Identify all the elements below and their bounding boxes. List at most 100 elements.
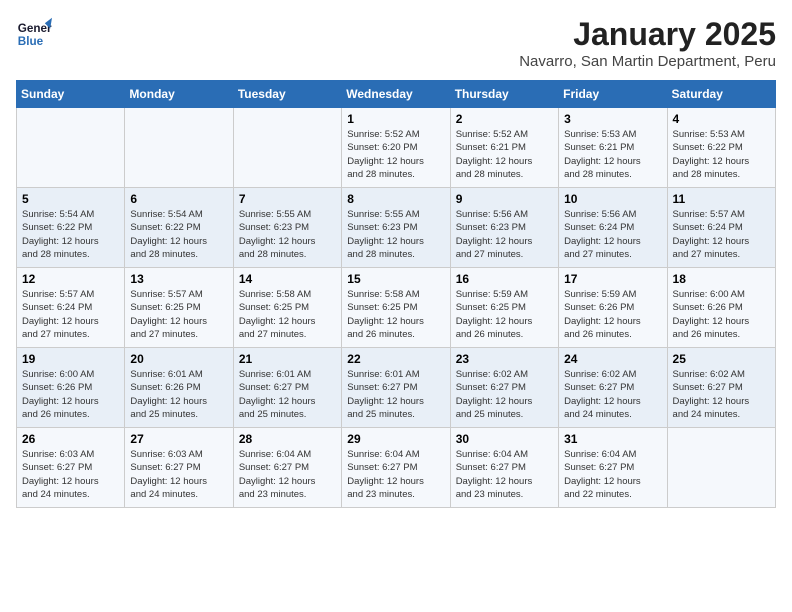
day-cell: 8 Sunrise: 5:55 AM Sunset: 6:23 PM Daylig…	[342, 188, 450, 268]
day-cell: 10Sunrise: 5:56 AM Sunset: 6:24 PM Dayli…	[559, 188, 667, 268]
day-number: 22	[347, 352, 444, 366]
day-info: Sunrise: 5:59 AM Sunset: 6:25 PM Dayligh…	[456, 288, 553, 341]
svg-text:Blue: Blue	[18, 35, 44, 48]
day-cell: 2 Sunrise: 5:52 AM Sunset: 6:21 PM Daylig…	[450, 108, 558, 188]
day-cell: 23 Sunrise: 6:02 AM Sunset: 6:27 PM Dayli…	[450, 348, 558, 428]
day-number: 26	[22, 432, 119, 446]
day-info: Sunrise: 5:59 AM Sunset: 6:26 PM Dayligh…	[564, 288, 661, 341]
day-cell	[667, 428, 775, 508]
day-cell: 20 Sunrise: 6:01 AM Sunset: 6:26 PM Dayli…	[125, 348, 233, 428]
day-info: Sunrise: 5:55 AM Sunset: 6:23 PM Dayligh…	[347, 208, 444, 261]
day-cell: 19 Sunrise: 6:00 AM Sunset: 6:26 PM Dayli…	[17, 348, 125, 428]
day-cell: 16 Sunrise: 5:59 AM Sunset: 6:25 PM Dayli…	[450, 268, 558, 348]
day-info: Sunrise: 6:03 AM Sunset: 6:27 PM Dayligh…	[130, 448, 227, 501]
day-number: 24	[564, 352, 661, 366]
day-number: 21	[239, 352, 336, 366]
week-row-2: 5Sunrise: 5:54 AM Sunset: 6:22 PM Daylig…	[17, 188, 776, 268]
day-cell: 5Sunrise: 5:54 AM Sunset: 6:22 PM Daylig…	[17, 188, 125, 268]
day-cell: 11 Sunrise: 5:57 AM Sunset: 6:24 PM Dayli…	[667, 188, 775, 268]
month-title: January 2025	[519, 16, 776, 53]
day-info: Sunrise: 6:04 AM Sunset: 6:27 PM Dayligh…	[456, 448, 553, 501]
day-info: Sunrise: 6:04 AM Sunset: 6:27 PM Dayligh…	[239, 448, 336, 501]
day-info: Sunrise: 6:04 AM Sunset: 6:27 PM Dayligh…	[347, 448, 444, 501]
calendar-table: SundayMondayTuesdayWednesdayThursdayFrid…	[16, 80, 776, 508]
day-number: 5	[22, 192, 119, 206]
day-info: Sunrise: 6:00 AM Sunset: 6:26 PM Dayligh…	[22, 368, 119, 421]
day-info: Sunrise: 5:52 AM Sunset: 6:21 PM Dayligh…	[456, 128, 553, 181]
day-info: Sunrise: 6:03 AM Sunset: 6:27 PM Dayligh…	[22, 448, 119, 501]
day-number: 30	[456, 432, 553, 446]
day-number: 10	[564, 192, 661, 206]
day-number: 4	[673, 112, 770, 126]
day-header-saturday: Saturday	[667, 81, 775, 108]
day-cell: 22Sunrise: 6:01 AM Sunset: 6:27 PM Dayli…	[342, 348, 450, 428]
day-cell: 29Sunrise: 6:04 AM Sunset: 6:27 PM Dayli…	[342, 428, 450, 508]
day-info: Sunrise: 5:58 AM Sunset: 6:25 PM Dayligh…	[239, 288, 336, 341]
day-header-wednesday: Wednesday	[342, 81, 450, 108]
day-cell: 27Sunrise: 6:03 AM Sunset: 6:27 PM Dayli…	[125, 428, 233, 508]
week-row-1: 1 Sunrise: 5:52 AM Sunset: 6:20 PM Daylig…	[17, 108, 776, 188]
day-info: Sunrise: 5:58 AM Sunset: 6:25 PM Dayligh…	[347, 288, 444, 341]
day-number: 6	[130, 192, 227, 206]
day-cell: 14 Sunrise: 5:58 AM Sunset: 6:25 PM Dayli…	[233, 268, 341, 348]
day-info: Sunrise: 5:53 AM Sunset: 6:22 PM Dayligh…	[673, 128, 770, 181]
day-cell: 18 Sunrise: 6:00 AM Sunset: 6:26 PM Dayli…	[667, 268, 775, 348]
day-number: 13	[130, 272, 227, 286]
day-cell: 12 Sunrise: 5:57 AM Sunset: 6:24 PM Dayli…	[17, 268, 125, 348]
day-info: Sunrise: 5:56 AM Sunset: 6:23 PM Dayligh…	[456, 208, 553, 261]
week-row-5: 26 Sunrise: 6:03 AM Sunset: 6:27 PM Dayli…	[17, 428, 776, 508]
day-number: 11	[673, 192, 770, 206]
day-cell: 30 Sunrise: 6:04 AM Sunset: 6:27 PM Dayli…	[450, 428, 558, 508]
day-header-tuesday: Tuesday	[233, 81, 341, 108]
day-number: 3	[564, 112, 661, 126]
day-info: Sunrise: 5:52 AM Sunset: 6:20 PM Dayligh…	[347, 128, 444, 181]
location-title: Navarro, San Martin Department, Peru	[519, 53, 776, 70]
day-number: 8	[347, 192, 444, 206]
day-number: 23	[456, 352, 553, 366]
day-header-monday: Monday	[125, 81, 233, 108]
day-number: 7	[239, 192, 336, 206]
day-number: 20	[130, 352, 227, 366]
day-info: Sunrise: 6:00 AM Sunset: 6:26 PM Dayligh…	[673, 288, 770, 341]
day-info: Sunrise: 6:02 AM Sunset: 6:27 PM Dayligh…	[456, 368, 553, 421]
day-info: Sunrise: 5:55 AM Sunset: 6:23 PM Dayligh…	[239, 208, 336, 261]
day-cell: 3 Sunrise: 5:53 AM Sunset: 6:21 PM Daylig…	[559, 108, 667, 188]
day-number: 2	[456, 112, 553, 126]
day-cell	[17, 108, 125, 188]
day-info: Sunrise: 6:01 AM Sunset: 6:26 PM Dayligh…	[130, 368, 227, 421]
week-row-4: 19 Sunrise: 6:00 AM Sunset: 6:26 PM Dayli…	[17, 348, 776, 428]
day-cell	[233, 108, 341, 188]
day-number: 16	[456, 272, 553, 286]
day-number: 1	[347, 112, 444, 126]
title-area: January 2025 Navarro, San Martin Departm…	[519, 16, 776, 70]
day-number: 14	[239, 272, 336, 286]
day-info: Sunrise: 6:01 AM Sunset: 6:27 PM Dayligh…	[239, 368, 336, 421]
day-number: 28	[239, 432, 336, 446]
day-cell: 15 Sunrise: 5:58 AM Sunset: 6:25 PM Dayli…	[342, 268, 450, 348]
day-cell: 1 Sunrise: 5:52 AM Sunset: 6:20 PM Daylig…	[342, 108, 450, 188]
day-cell: 21 Sunrise: 6:01 AM Sunset: 6:27 PM Dayli…	[233, 348, 341, 428]
calendar-header: SundayMondayTuesdayWednesdayThursdayFrid…	[17, 81, 776, 108]
day-cell: 17Sunrise: 5:59 AM Sunset: 6:26 PM Dayli…	[559, 268, 667, 348]
day-number: 18	[673, 272, 770, 286]
day-number: 19	[22, 352, 119, 366]
day-info: Sunrise: 6:02 AM Sunset: 6:27 PM Dayligh…	[673, 368, 770, 421]
day-number: 12	[22, 272, 119, 286]
day-number: 25	[673, 352, 770, 366]
day-cell	[125, 108, 233, 188]
day-info: Sunrise: 5:57 AM Sunset: 6:24 PM Dayligh…	[673, 208, 770, 261]
day-header-thursday: Thursday	[450, 81, 558, 108]
day-cell: 13Sunrise: 5:57 AM Sunset: 6:25 PM Dayli…	[125, 268, 233, 348]
day-info: Sunrise: 5:53 AM Sunset: 6:21 PM Dayligh…	[564, 128, 661, 181]
day-cell: 7 Sunrise: 5:55 AM Sunset: 6:23 PM Daylig…	[233, 188, 341, 268]
day-cell: 6Sunrise: 5:54 AM Sunset: 6:22 PM Daylig…	[125, 188, 233, 268]
day-cell: 4 Sunrise: 5:53 AM Sunset: 6:22 PM Daylig…	[667, 108, 775, 188]
week-row-3: 12 Sunrise: 5:57 AM Sunset: 6:24 PM Dayli…	[17, 268, 776, 348]
day-number: 15	[347, 272, 444, 286]
day-header-friday: Friday	[559, 81, 667, 108]
calendar-body: 1 Sunrise: 5:52 AM Sunset: 6:20 PM Daylig…	[17, 108, 776, 508]
day-cell: 28 Sunrise: 6:04 AM Sunset: 6:27 PM Dayli…	[233, 428, 341, 508]
day-info: Sunrise: 5:57 AM Sunset: 6:24 PM Dayligh…	[22, 288, 119, 341]
day-cell: 9Sunrise: 5:56 AM Sunset: 6:23 PM Daylig…	[450, 188, 558, 268]
day-cell: 24Sunrise: 6:02 AM Sunset: 6:27 PM Dayli…	[559, 348, 667, 428]
